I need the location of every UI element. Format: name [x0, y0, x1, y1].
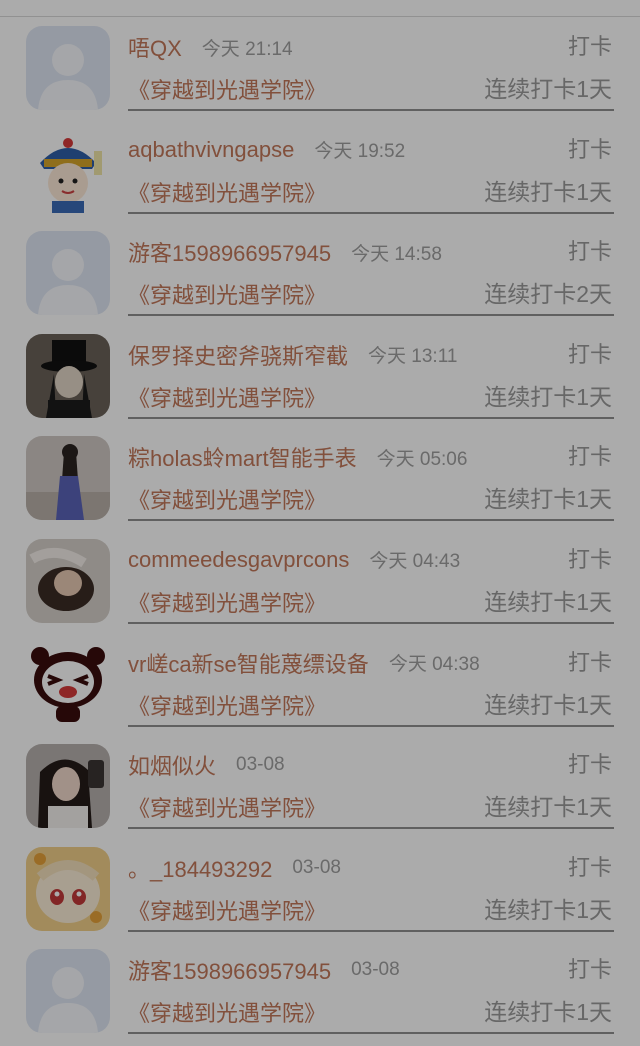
list-item[interactable]: 唔QX 今天 21:14 打卡 《穿越到光遇学院》 连续打卡1天 [0, 20, 640, 123]
username[interactable]: commeedesgavprcons [128, 547, 349, 573]
entry-header: 保罗择史密斧骁斯窄截 今天 13:11 [128, 340, 457, 370]
timestamp: 今天 21:14 [201, 38, 293, 60]
username[interactable]: 游客1598966957945 [128, 954, 331, 986]
book-title[interactable]: 《穿越到光遇学院》 [128, 281, 326, 311]
timestamp: 今天 04:43 [369, 551, 461, 573]
streak-text: 连续打卡2天 [484, 281, 612, 308]
timestamp: 今天 14:58 [351, 243, 442, 265]
timestamp: 03-08 [236, 754, 285, 776]
timestamp: 今天 19:52 [314, 141, 406, 163]
streak-text: 连续打卡1天 [484, 794, 612, 821]
default-avatar-icon[interactable] [26, 231, 110, 316]
list-item[interactable]: 粽holas蛉mart智能手表 今天 05:06 打卡 《穿越到光遇学院》 连续… [0, 430, 640, 533]
streak-text: 连续打卡1天 [484, 999, 612, 1026]
checkin-label: 打卡 [567, 649, 612, 675]
entry-header: 如烟似火 03-08 [128, 750, 285, 780]
list-item[interactable]: 保罗择史密斧骁斯窄截 今天 13:11 打卡 《穿越到光遇学院》 连续打卡1天 [0, 328, 640, 431]
streak-text: 连续打卡1天 [484, 383, 612, 410]
checkin-label: 打卡 [567, 239, 612, 265]
streak-text: 连续打卡1天 [484, 896, 612, 923]
username[interactable]: 保罗择史密斧骁斯窄截 [128, 339, 348, 371]
checkin-list: 唔QX 今天 21:14 打卡 《穿越到光遇学院》 连续打卡1天 aqbathv… [0, 20, 640, 1046]
username[interactable]: 唔QX [128, 31, 182, 63]
row-divider [128, 1032, 614, 1035]
row-divider [128, 827, 614, 830]
girl-in-dress-avatar-icon[interactable] [26, 436, 110, 521]
username[interactable]: vr嵯ca新se智能蔑缥设备 [128, 647, 369, 679]
list-item[interactable]: 。_184493292 03-08 打卡 《穿越到光遇学院》 连续打卡1天 [0, 841, 640, 944]
checkin-label: 打卡 [567, 34, 612, 59]
book-title[interactable]: 《穿越到光遇学院》 [128, 179, 326, 209]
book-title[interactable]: 《穿越到光遇学院》 [128, 589, 326, 619]
row-divider [128, 519, 614, 522]
book-title[interactable]: 《穿越到光遇学院》 [128, 794, 326, 824]
entry-header: 唔QX 今天 21:14 [128, 32, 293, 62]
book-title[interactable]: 《穿越到光遇学院》 [128, 76, 326, 106]
girl-selfie-avatar-icon[interactable] [26, 744, 110, 829]
default-avatar-icon[interactable] [26, 949, 110, 1034]
book-title[interactable]: 《穿越到光遇学院》 [128, 486, 326, 516]
streak-text: 连续打卡1天 [484, 76, 612, 102]
book-title[interactable]: 《穿越到光遇学院》 [128, 384, 326, 414]
entry-header: vr嵯ca新se智能蔑缥设备 今天 04:38 [128, 648, 480, 678]
book-title[interactable]: 《穿越到光遇学院》 [128, 999, 326, 1029]
timestamp: 今天 04:38 [388, 654, 480, 676]
cartoon-official-avatar-icon[interactable] [26, 128, 110, 213]
streak-text: 连续打卡1天 [484, 588, 612, 615]
entry-header: 。_184493292 03-08 [128, 853, 341, 883]
username[interactable]: 。_184493292 [128, 852, 272, 884]
default-avatar-icon[interactable] [26, 26, 110, 110]
row-divider [128, 929, 614, 932]
username[interactable]: 如烟似火 [128, 749, 216, 781]
list-item[interactable]: vr嵯ca新se智能蔑缥设备 今天 04:38 打卡 《穿越到光遇学院》 连续打… [0, 636, 640, 739]
timestamp: 今天 05:06 [376, 448, 468, 470]
timestamp: 今天 13:11 [368, 346, 458, 368]
book-title[interactable]: 《穿越到光遇学院》 [128, 897, 326, 927]
checkin-label: 打卡 [567, 136, 612, 162]
lying-person-avatar-icon[interactable] [26, 538, 110, 623]
timestamp: 03-08 [292, 856, 341, 878]
list-item[interactable]: 游客1598966957945 今天 14:58 打卡 《穿越到光遇学院》 连续… [0, 225, 640, 328]
panda-avatar-icon[interactable] [26, 641, 110, 726]
row-divider [128, 211, 614, 214]
list-item[interactable]: commeedesgavprcons 今天 04:43 打卡 《穿越到光遇学院》… [0, 533, 640, 636]
top-divider [0, 16, 640, 17]
row-divider [128, 416, 614, 419]
timestamp: 03-08 [351, 959, 400, 981]
checkin-label: 打卡 [567, 957, 612, 983]
checkin-label: 打卡 [567, 444, 612, 470]
book-title[interactable]: 《穿越到光遇学院》 [128, 692, 326, 722]
list-item[interactable]: aqbathvivngapse 今天 19:52 打卡 《穿越到光遇学院》 连续… [0, 123, 640, 226]
top-hat-figure-avatar-icon[interactable] [26, 333, 110, 418]
row-divider [128, 314, 614, 317]
username[interactable]: aqbathvivngapse [128, 137, 294, 163]
checkin-label: 打卡 [567, 752, 612, 778]
entry-header: aqbathvivngapse 今天 19:52 [128, 135, 405, 165]
checkin-label: 打卡 [567, 546, 612, 572]
checkin-label: 打卡 [567, 854, 612, 880]
row-divider [128, 724, 614, 727]
entry-header: commeedesgavprcons 今天 04:43 [128, 545, 460, 575]
entry-header: 游客1598966957945 今天 14:58 [128, 237, 442, 267]
entry-header: 游客1598966957945 03-08 [128, 955, 400, 985]
username[interactable]: 粽holas蛉mart智能手表 [128, 441, 357, 473]
row-divider [128, 109, 614, 111]
anime-girl-avatar-icon[interactable] [26, 846, 110, 931]
entry-header: 粽holas蛉mart智能手表 今天 05:06 [128, 442, 467, 472]
streak-text: 连续打卡1天 [484, 486, 612, 513]
list-item[interactable]: 如烟似火 03-08 打卡 《穿越到光遇学院》 连续打卡1天 [0, 738, 640, 841]
username[interactable]: 游客1598966957945 [128, 236, 331, 268]
checkin-label: 打卡 [567, 341, 612, 367]
streak-text: 连续打卡1天 [484, 178, 612, 205]
list-item[interactable]: 游客1598966957945 03-08 打卡 《穿越到光遇学院》 连续打卡1… [0, 943, 640, 1046]
streak-text: 连续打卡1天 [484, 691, 612, 718]
row-divider [128, 621, 614, 624]
